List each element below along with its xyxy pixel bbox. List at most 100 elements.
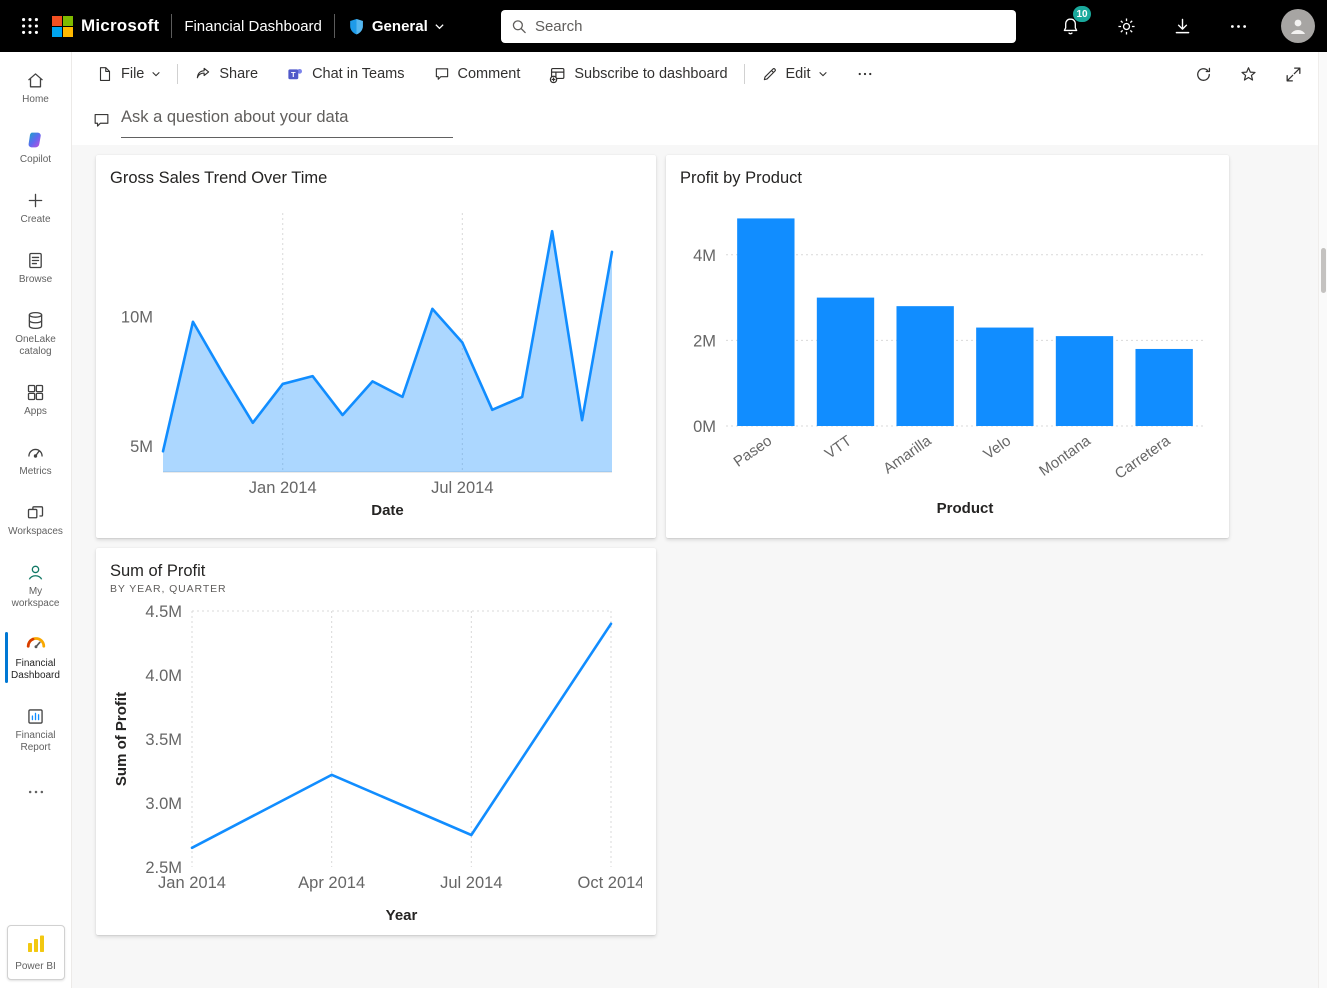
sidebar-item-financial-dashboard[interactable]: Financial Dashboard (2, 628, 70, 687)
metrics-gauge-icon (25, 441, 46, 463)
refresh-button[interactable] (1190, 59, 1217, 90)
subscribe-button-label: Subscribe to dashboard (574, 66, 727, 82)
dashboard-title: Financial Dashboard (184, 18, 322, 35)
toolbar-divider (177, 64, 178, 84)
top-app-bar: Microsoft Financial Dashboard General 10 (0, 0, 1327, 52)
sidebar-item-label: Workspaces (8, 526, 63, 538)
waffle-icon (19, 15, 41, 37)
svg-text:3.0M: 3.0M (145, 795, 182, 813)
dashboard-gauge-icon (25, 633, 47, 655)
person-workspace-icon (25, 561, 46, 583)
pencil-icon (761, 65, 779, 83)
fullscreen-button[interactable] (1280, 59, 1307, 90)
svg-text:Paseo: Paseo (731, 432, 776, 470)
account-button[interactable] (1281, 9, 1315, 43)
svg-text:Oct 2014: Oct 2014 (578, 874, 642, 892)
ellipsis-icon (26, 781, 46, 803)
svg-text:4M: 4M (693, 247, 716, 265)
tile-gross-sales-trend[interactable]: Gross Sales Trend Over Time Jan 2014 Jul … (96, 155, 656, 538)
sidebar-item-browse[interactable]: Browse (2, 244, 70, 291)
sidebar-item-workspaces[interactable]: Workspaces (2, 496, 70, 543)
chevron-down-icon (151, 69, 161, 79)
sidebar-item-label: My workspace (5, 586, 67, 610)
sidebar-more-button[interactable] (2, 776, 70, 808)
person-icon (1286, 14, 1310, 38)
svg-text:Carretera: Carretera (1112, 432, 1174, 483)
sidebar-item-create[interactable]: Create (2, 184, 70, 231)
scrollbar-thumb[interactable] (1321, 248, 1326, 293)
comment-icon (433, 65, 451, 83)
dashboard-toolbar: File Share T Chat in Teams Comment Subsc… (72, 52, 1327, 96)
sidebar-item-onelake-catalog[interactable]: OneLake catalog (2, 304, 70, 363)
svg-text:VTT: VTT (822, 432, 855, 462)
chevron-down-icon (434, 21, 445, 32)
sidebar-item-label: Metrics (19, 466, 51, 478)
environment-switcher[interactable]: General (347, 17, 445, 36)
topbar-actions: 10 (1057, 9, 1315, 43)
edit-menu-button[interactable]: Edit (757, 59, 832, 89)
tile-subtitle: BY YEAR, QUARTER (110, 583, 642, 595)
profit-by-product-bar-chart: 0M2M4MPaseoVTTAmarillaVeloMontanaCarrete… (680, 192, 1215, 522)
subscribe-icon (548, 65, 567, 84)
main-content: File Share T Chat in Teams Comment Subsc… (72, 52, 1327, 988)
app-launcher-button[interactable] (12, 8, 48, 44)
share-button[interactable]: Share (190, 59, 262, 89)
svg-text:3.5M: 3.5M (145, 731, 182, 749)
sidebar-item-home[interactable]: Home (2, 64, 70, 111)
chevron-down-icon (818, 69, 828, 79)
sidebar-item-copilot[interactable]: Copilot (2, 124, 70, 171)
vertical-scrollbar[interactable] (1318, 52, 1327, 988)
favorite-button[interactable] (1235, 59, 1262, 90)
download-icon (1172, 16, 1193, 37)
sidebar-item-my-workspace[interactable]: My workspace (2, 556, 70, 615)
tile-title: Gross Sales Trend Over Time (110, 169, 642, 188)
comment-button[interactable]: Comment (429, 59, 525, 89)
refresh-icon (1194, 65, 1213, 84)
file-menu-button[interactable]: File (92, 59, 165, 89)
edit-menu-label: Edit (786, 66, 811, 82)
topbar-divider (334, 14, 335, 38)
teams-icon: T (286, 65, 305, 84)
chat-in-teams-label: Chat in Teams (312, 66, 404, 82)
qna-bar (72, 96, 1327, 145)
microsoft-brand[interactable]: Microsoft (52, 16, 159, 37)
gross-sales-area-chart: Jan 2014Jul 20145M10MDate (110, 192, 642, 524)
dashboard-canvas: Gross Sales Trend Over Time Jan 2014 Jul … (72, 145, 1327, 988)
svg-text:0M: 0M (693, 418, 716, 436)
svg-text:10M: 10M (121, 309, 153, 327)
svg-text:Jul 2014: Jul 2014 (440, 874, 502, 892)
sidebar-item-apps[interactable]: Apps (2, 376, 70, 423)
sidebar-item-financial-report[interactable]: Financial Report (2, 700, 70, 759)
sidebar-item-label: Apps (24, 406, 47, 418)
search-icon (511, 18, 527, 35)
search-input[interactable] (535, 18, 1006, 35)
svg-text:Jul 2014: Jul 2014 (431, 479, 493, 497)
notifications-button[interactable]: 10 (1057, 13, 1083, 39)
tile-sum-of-profit[interactable]: Sum of Profit BY YEAR, QUARTER Jan 2014A… (96, 548, 656, 935)
shield-icon (347, 17, 366, 36)
power-bi-logo-icon (24, 932, 48, 959)
toolbar-more-button[interactable] (852, 59, 878, 89)
sidebar-item-metrics[interactable]: Metrics (2, 436, 70, 483)
topbar-divider (171, 14, 172, 38)
home-icon (25, 69, 46, 91)
product-switcher-power-bi[interactable]: Power BI (7, 925, 65, 980)
microsoft-logo-icon (52, 16, 73, 37)
svg-text:4.0M: 4.0M (145, 667, 182, 685)
tile-profit-by-product[interactable]: Profit by Product 0M2M4MPaseoVTTAmarilla… (666, 155, 1229, 538)
svg-text:Product: Product (937, 500, 994, 517)
subscribe-button[interactable]: Subscribe to dashboard (544, 59, 731, 90)
file-menu-label: File (121, 66, 144, 82)
workspaces-icon (25, 501, 46, 523)
qna-input[interactable] (121, 104, 453, 138)
chat-in-teams-button[interactable]: T Chat in Teams (282, 59, 408, 90)
download-button[interactable] (1169, 13, 1195, 39)
svg-text:Sum of Profit: Sum of Profit (113, 692, 130, 786)
settings-button[interactable] (1113, 13, 1139, 39)
svg-text:Jan 2014: Jan 2014 (249, 479, 317, 497)
svg-text:Apr 2014: Apr 2014 (298, 874, 365, 892)
more-options-button[interactable] (1225, 13, 1251, 39)
comment-button-label: Comment (458, 66, 521, 82)
expand-diagonal-icon (1284, 65, 1303, 84)
sidebar-item-label: Financial Report (5, 730, 67, 754)
